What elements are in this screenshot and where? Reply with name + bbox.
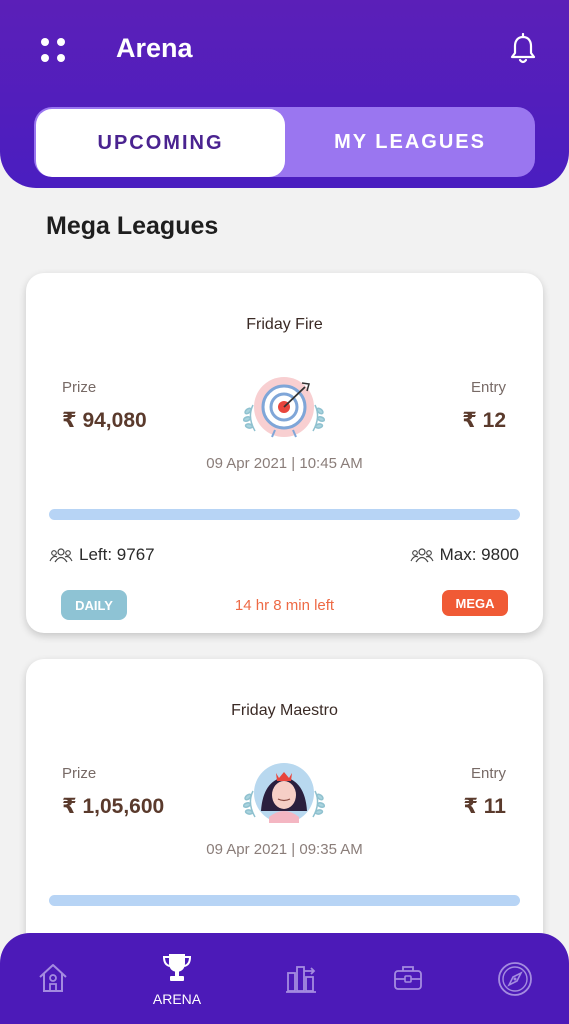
home-icon — [39, 964, 67, 992]
spots-max: Max: 9800 — [410, 545, 519, 565]
briefcase-icon — [394, 966, 422, 990]
page-title: Arena — [116, 33, 193, 63]
league-datetime: 09 Apr 2021 | 10:45 AM — [206, 455, 363, 472]
compass-icon — [498, 962, 532, 996]
spots-left-text: Left: 9767 — [79, 545, 155, 564]
grid-dots-icon[interactable] — [40, 37, 66, 63]
trophy-icon — [162, 954, 192, 981]
leaderboard-icon — [286, 966, 316, 993]
league-card[interactable]: Friday Fire Prize ₹ 94,080 Entry ₹ 12 09… — [26, 273, 543, 633]
spots-max-text: Max: 9800 — [439, 545, 519, 564]
league-name: Friday Maestro — [231, 702, 338, 719]
nav-label-arena: ARENA — [152, 991, 202, 1007]
nav-arena[interactable]: ARENA — [132, 933, 222, 1024]
mega-badge: MEGA — [442, 590, 508, 616]
app-header: Arena MY LEAGUES UPCOMING — [0, 0, 569, 188]
entry-value: ₹ 11 — [463, 795, 506, 818]
bell-icon[interactable] — [508, 33, 538, 65]
progress-fill — [49, 895, 520, 906]
prize-value: ₹ 1,05,600 — [62, 795, 165, 818]
progress-fill — [49, 509, 520, 520]
tab-bar: MY LEAGUES UPCOMING — [34, 107, 535, 177]
entry-label: Entry — [470, 765, 506, 782]
nav-leaderboard[interactable] — [256, 933, 346, 1024]
section-title: Mega Leagues — [46, 212, 219, 240]
spots-left: Left: 9767 — [49, 545, 155, 565]
queen-avatar-icon — [242, 763, 326, 823]
tab-my-leagues[interactable]: MY LEAGUES — [285, 107, 535, 177]
progress-bar — [49, 509, 520, 520]
league-datetime: 09 Apr 2021 | 09:35 AM — [206, 841, 363, 858]
prize-label: Prize — [62, 765, 97, 782]
progress-bar — [49, 895, 520, 906]
users-icon — [410, 548, 434, 563]
tab-upcoming[interactable]: UPCOMING — [36, 109, 285, 177]
nav-portfolio[interactable] — [363, 933, 453, 1024]
league-name: Friday Fire — [246, 316, 323, 333]
users-icon — [49, 548, 73, 563]
prize-value: ₹ 94,080 — [62, 409, 147, 432]
target-dart-icon — [242, 377, 326, 438]
nav-explore[interactable] — [470, 933, 560, 1024]
prize-label: Prize — [62, 379, 97, 396]
bottom-nav: ARENA — [0, 933, 569, 1024]
entry-value: ₹ 12 — [462, 409, 506, 432]
nav-home[interactable] — [8, 933, 98, 1024]
entry-label: Entry — [470, 379, 506, 396]
